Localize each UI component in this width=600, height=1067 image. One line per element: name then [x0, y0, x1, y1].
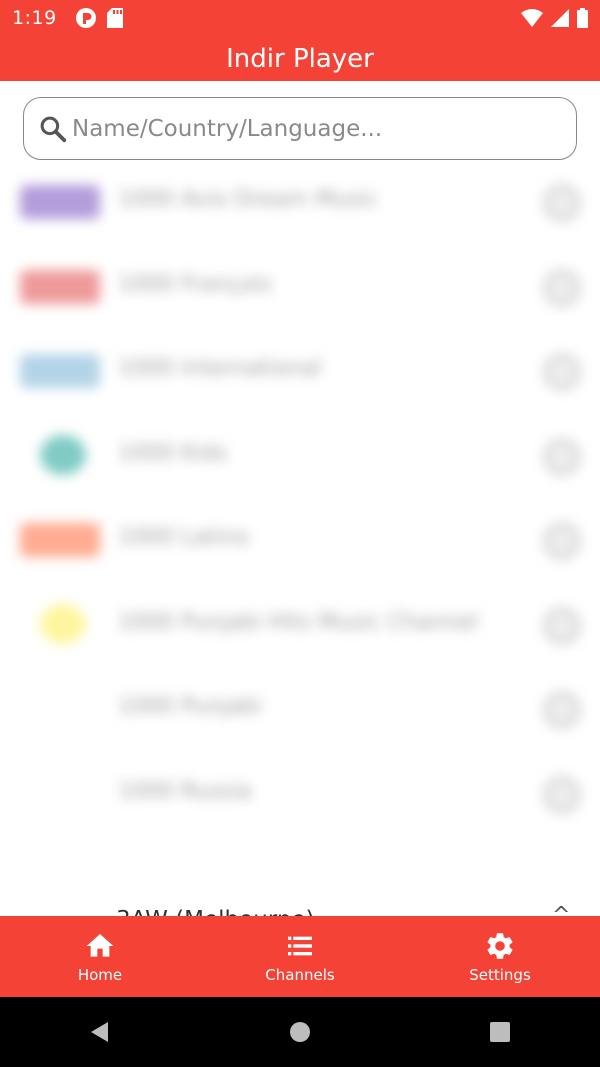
- cellular-signal-icon: [551, 9, 569, 27]
- status-bar: 1:19: [0, 0, 600, 36]
- nav-channels-label: Channels: [265, 965, 335, 984]
- recents-button[interactable]: [465, 1004, 535, 1060]
- channel-list-area[interactable]: 1000 Avio Dream Music 1000 Français 1000 I…: [0, 81, 600, 916]
- battery-icon: [577, 8, 588, 28]
- nav-settings-label: Settings: [469, 965, 531, 984]
- favorite-toggle[interactable]: [544, 607, 580, 644]
- channel-label: 1000 International: [118, 356, 322, 381]
- app-notification-icon: [75, 8, 96, 28]
- favorite-toggle[interactable]: [544, 354, 580, 390]
- favorite-toggle[interactable]: [544, 776, 580, 813]
- recents-square-icon: [490, 1022, 510, 1042]
- channel-logo: [20, 523, 100, 557]
- channel-label: 1000 Français: [118, 271, 272, 297]
- list-item[interactable]: 1000 Punjabi Hits Music Channel: [0, 582, 600, 667]
- list-icon: [288, 936, 312, 955]
- home-circle-icon: [290, 1022, 310, 1042]
- wifi-icon: [521, 9, 543, 27]
- status-right-icons: [521, 8, 588, 28]
- nav-settings[interactable]: Settings: [400, 916, 600, 997]
- list-item[interactable]: 1000 Punjabi: [0, 666, 600, 751]
- list-item[interactable]: 1000 Français: [0, 244, 600, 329]
- home-icon: [86, 933, 114, 957]
- channel-label: 1000 Avio Dream Music: [118, 187, 378, 212]
- status-time: 1:19: [12, 7, 57, 29]
- list-item[interactable]: 1000 Avio Dream Music: [0, 159, 600, 244]
- channel-list[interactable]: 1000 Avio Dream Music 1000 Français 1000 I…: [0, 81, 600, 835]
- favorite-toggle[interactable]: [544, 269, 580, 306]
- expand-caret-icon[interactable]: ^: [552, 903, 570, 916]
- channel-label: 1000 Russia: [118, 778, 252, 804]
- list-item[interactable]: 1000 International: [0, 328, 600, 413]
- favorite-toggle[interactable]: [544, 523, 580, 559]
- list-item[interactable]: 1000 Russia: [0, 751, 600, 836]
- favorite-toggle[interactable]: [544, 692, 580, 728]
- channel-label: 1000 Punjabi Hits Music Channel: [118, 609, 479, 635]
- channel-logo: [20, 354, 100, 388]
- search-input[interactable]: [72, 115, 552, 142]
- channel-logo: [20, 185, 100, 219]
- channel-label: 1000 Punjabi: [118, 694, 262, 719]
- channel-label: 1000 Kids: [118, 440, 227, 466]
- channel-label: 1000 Latino: [118, 525, 249, 550]
- system-nav-bar: [0, 997, 600, 1067]
- sd-card-icon: [106, 8, 123, 28]
- favorite-toggle[interactable]: [544, 185, 580, 221]
- home-system-button[interactable]: [265, 1004, 335, 1060]
- app-title: Indir Player: [226, 43, 374, 74]
- nav-home-label: Home: [77, 965, 123, 984]
- list-item[interactable]: 1000 Latino: [0, 497, 600, 582]
- back-triangle-icon: [91, 1022, 108, 1042]
- nav-home[interactable]: Home: [0, 916, 200, 997]
- channel-logo: [40, 434, 86, 475]
- bottom-nav: Home Channels Settings: [0, 916, 600, 997]
- gear-icon: [487, 932, 513, 959]
- status-left-icons: [75, 7, 123, 29]
- favorite-toggle[interactable]: [544, 438, 580, 475]
- channel-logo: [40, 603, 86, 644]
- list-item[interactable]: 1000 Kids: [0, 413, 600, 498]
- peek-item-label: 3AW (Melbourne): [116, 907, 315, 916]
- back-button[interactable]: [65, 1004, 135, 1060]
- channel-logo: [20, 269, 100, 304]
- nav-channels[interactable]: Channels: [200, 916, 400, 997]
- app-bar: Indir Player: [0, 36, 600, 81]
- search-box[interactable]: [23, 97, 577, 160]
- search-icon: [40, 116, 67, 142]
- list-item-peek[interactable]: 3AW (Melbourne) ^: [0, 901, 600, 916]
